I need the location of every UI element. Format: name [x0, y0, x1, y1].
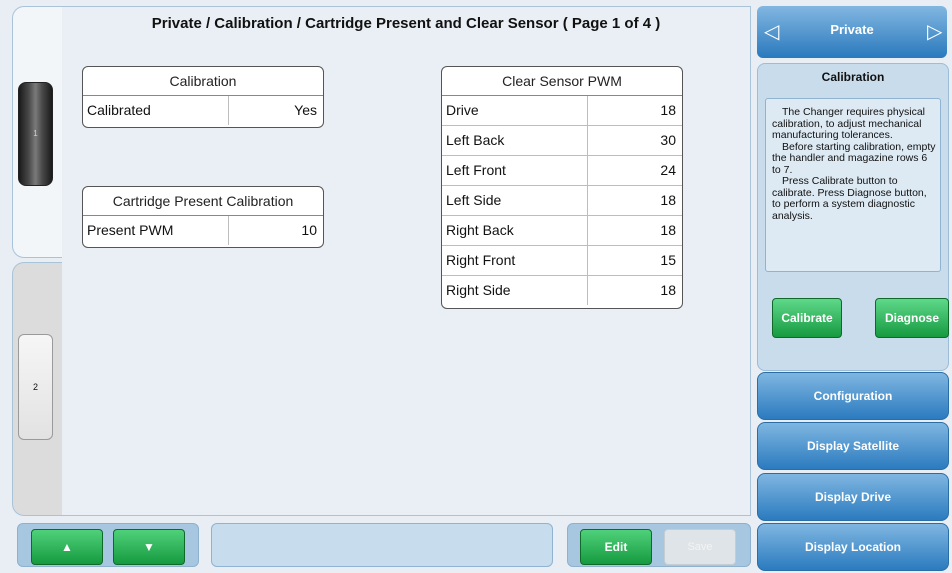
magazine-2-tab[interactable]: 2: [18, 334, 53, 440]
calibration-help-text: The Changer requires physical calibratio…: [765, 98, 941, 272]
help-paragraph: Press Calibrate button to calibrate. Pre…: [772, 175, 927, 222]
row-value: 30: [660, 132, 676, 148]
cartridge-present-table: Cartridge Present Calibration Present PW…: [82, 186, 324, 248]
table-row: Left Side 18: [442, 186, 682, 216]
table-row: Drive 18: [442, 96, 682, 126]
row-value: 18: [660, 102, 676, 118]
table-row: Right Side 18: [442, 276, 682, 305]
calibration-table-header: Calibration: [83, 67, 323, 96]
next-section-icon[interactable]: ▷: [927, 21, 942, 43]
calibrate-button[interactable]: Calibrate: [772, 298, 842, 338]
scroll-down-button[interactable]: ▼: [113, 529, 185, 565]
row-value: 24: [660, 162, 676, 178]
section-title: Private: [830, 22, 874, 37]
row-label: Right Side: [442, 276, 588, 305]
row-label: Calibrated: [83, 96, 229, 125]
row-label: Right Back: [442, 216, 588, 245]
clear-sensor-table-header: Clear Sensor PWM: [442, 67, 682, 96]
row-value: 18: [660, 192, 676, 208]
status-field: [211, 523, 553, 567]
row-value: 10: [301, 222, 317, 238]
row-label: Left Front: [442, 156, 588, 185]
save-button[interactable]: Save: [664, 529, 736, 565]
help-paragraph: Before starting calibration, empty the h…: [772, 140, 936, 176]
cartridge-table-header: Cartridge Present Calibration: [83, 187, 323, 216]
configuration-button[interactable]: Configuration: [757, 372, 949, 420]
diagnose-button[interactable]: Diagnose: [875, 298, 949, 338]
row-value: Yes: [294, 102, 317, 118]
row-value: 18: [660, 282, 676, 298]
clear-sensor-pwm-table: Clear Sensor PWM Drive 18 Left Back 30 L…: [441, 66, 683, 309]
previous-section-icon[interactable]: ◁: [764, 21, 779, 43]
calibration-panel: Calibration The Changer requires physica…: [757, 63, 949, 371]
calibration-panel-title: Calibration: [821, 70, 885, 84]
row-label: Left Back: [442, 126, 588, 155]
edit-button[interactable]: Edit: [580, 529, 652, 565]
table-row: Right Back 18: [442, 216, 682, 246]
section-nav-header: ◁ Private ▷: [757, 6, 947, 58]
magazine-1-tab[interactable]: 1: [18, 82, 53, 186]
page-title: Private / Calibration / Cartridge Presen…: [151, 15, 661, 32]
display-drive-button[interactable]: Display Drive: [757, 473, 949, 521]
table-row: Left Front 24: [442, 156, 682, 186]
row-label: Left Side: [442, 186, 588, 215]
display-location-button[interactable]: Display Location: [757, 523, 949, 571]
table-row: Right Front 15: [442, 246, 682, 276]
display-satellite-button[interactable]: Display Satellite: [757, 422, 949, 470]
main-panel: Private / Calibration / Cartridge Presen…: [62, 6, 751, 516]
scroll-up-button[interactable]: ▲: [31, 529, 103, 565]
calibration-table: Calibration Calibrated Yes: [82, 66, 324, 128]
row-label: Present PWM: [83, 216, 229, 245]
row-value: 15: [660, 252, 676, 268]
row-value: 18: [660, 222, 676, 238]
row-label: Right Front: [442, 246, 588, 275]
table-row: Present PWM 10: [83, 216, 323, 245]
row-label: Drive: [442, 96, 588, 125]
help-paragraph: The Changer requires physical calibratio…: [772, 106, 925, 141]
table-row: Left Back 30: [442, 126, 682, 156]
table-row: Calibrated Yes: [83, 96, 323, 125]
